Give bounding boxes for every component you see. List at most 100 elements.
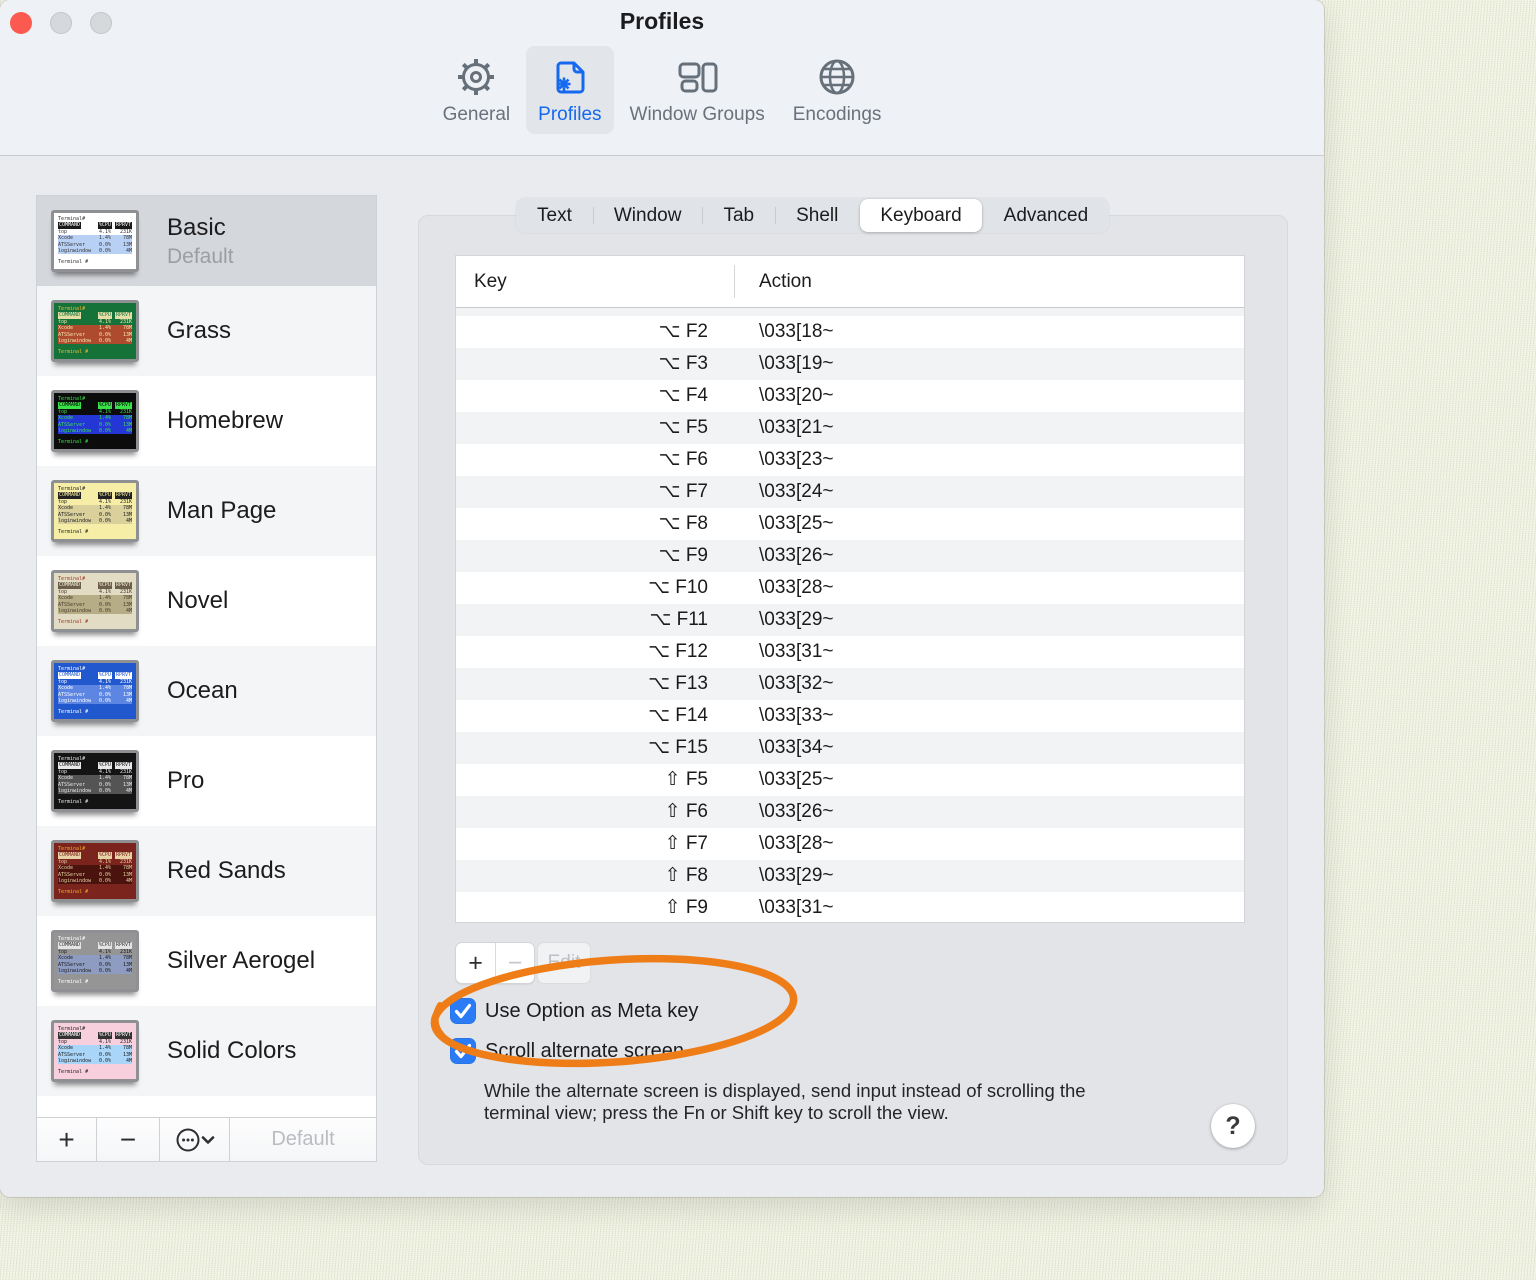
table-row[interactable]: ⇧ F9 \033[31~ — [456, 892, 1244, 924]
profile-item-ocean[interactable]: Terminal# COMMAND %CPU RPRVT top 4.1% 231K X… — [37, 646, 376, 736]
table-row[interactable]: ⌥ F4 \033[20~ — [456, 380, 1244, 412]
column-header-action[interactable]: Action — [759, 256, 812, 308]
binding-key: ⇧ F7 — [664, 833, 708, 854]
title-bar: Profiles General Profiles Window Groups … — [0, 0, 1324, 156]
tab-text[interactable]: Text — [516, 198, 593, 233]
binding-key: ⌥ F2 — [658, 321, 708, 342]
table-row[interactable]: ⌥ F15 \033[34~ — [456, 732, 1244, 764]
table-header: Key Action — [456, 256, 1244, 308]
binding-action: \033[31~ — [759, 897, 834, 918]
binding-action: \033[29~ — [759, 865, 834, 886]
binding-key: ⌥ F7 — [658, 481, 708, 502]
table-row[interactable]: ⌥ F8 \033[25~ — [456, 508, 1244, 540]
table-row[interactable]: ⌥ F10 \033[28~ — [456, 572, 1244, 604]
toolbar-label-encodings: Encodings — [792, 104, 882, 125]
option-scroll-alternate-screen[interactable]: Scroll alternate screen — [450, 1036, 698, 1066]
tab-shell[interactable]: Shell — [775, 198, 859, 233]
remove-binding-button[interactable]: − — [495, 943, 534, 983]
table-row[interactable]: ⌥ F12 \033[31~ — [456, 636, 1244, 668]
toolbar-item-profiles[interactable]: Profiles — [526, 46, 614, 134]
profile-item-homebrew[interactable]: Terminal# COMMAND %CPU RPRVT top 4.1% 231K X… — [37, 376, 376, 466]
profile-name: Silver Aerogel — [167, 947, 316, 974]
help-button[interactable]: ? — [1211, 1104, 1255, 1148]
binding-action: \033[26~ — [759, 801, 834, 822]
table-row[interactable]: ⌥ F11 \033[29~ — [456, 604, 1244, 636]
binding-key: ⇧ F6 — [664, 801, 708, 822]
key-bindings-table: Key Action ⌥ F2 \033[18~ ⌥ F3 \033[19~ ⌥… — [455, 255, 1245, 923]
table-row[interactable]: ⌥ F3 \033[19~ — [456, 348, 1244, 380]
table-row[interactable]: ⇧ F8 \033[29~ — [456, 860, 1244, 892]
binding-key: ⌥ F3 — [658, 353, 708, 374]
binding-action: \033[25~ — [759, 513, 834, 534]
table-row[interactable]: ⌥ F14 \033[33~ — [456, 700, 1244, 732]
binding-key: ⌥ F4 — [658, 385, 708, 406]
binding-key: ⌥ F14 — [648, 705, 708, 726]
table-row[interactable]: ⌥ F7 \033[24~ — [456, 476, 1244, 508]
table-row[interactable]: ⇧ F6 \033[26~ — [456, 796, 1244, 828]
binding-action: \033[31~ — [759, 641, 834, 662]
remove-profile-button[interactable]: − — [97, 1118, 160, 1161]
table-row[interactable]: ⌥ F9 \033[26~ — [456, 540, 1244, 572]
table-body: ⌥ F2 \033[18~ ⌥ F3 \033[19~ ⌥ F4 \033[20… — [456, 308, 1244, 924]
profile-name: Novel — [167, 587, 229, 614]
profile-thumbnail: Terminal# COMMAND %CPU RPRVT top 4.1% 231K X… — [51, 210, 139, 272]
partial-row — [456, 308, 1244, 316]
profile-name: Pro — [167, 767, 205, 794]
profile-name: Man Page — [167, 497, 277, 524]
profile-item-basic[interactable]: Terminal# COMMAND %CPU RPRVT top 4.1% 231K X… — [37, 196, 376, 286]
profile-item-red-sands[interactable]: Terminal# COMMAND %CPU RPRVT top 4.1% 231K X… — [37, 826, 376, 916]
profile-item-novel[interactable]: Terminal# COMMAND %CPU RPRVT top 4.1% 231K X… — [37, 556, 376, 646]
globe-icon — [813, 53, 861, 101]
binding-key: ⇧ F5 — [664, 769, 708, 790]
profile-actions-menu-button[interactable] — [160, 1118, 230, 1161]
binding-action: \033[19~ — [759, 353, 834, 374]
tab-keyboard[interactable]: Keyboard — [860, 199, 982, 232]
profile-item-grass[interactable]: Terminal# COMMAND %CPU RPRVT top 4.1% 231K X… — [37, 286, 376, 376]
keyboard-options: Use Option as Meta key Scroll alternate … — [450, 996, 698, 1076]
binding-key: ⌥ F11 — [649, 609, 708, 630]
binding-key: ⇧ F8 — [664, 865, 708, 886]
column-header-key[interactable]: Key — [474, 256, 507, 308]
toolbar-item-general[interactable]: General — [431, 46, 523, 134]
profile-name: Grass — [167, 317, 232, 344]
window-title: Profiles — [619, 8, 705, 34]
binding-key: ⌥ F15 — [648, 737, 708, 758]
profile-name: Solid Colors — [167, 1037, 297, 1064]
table-row[interactable]: ⌥ F5 \033[21~ — [456, 412, 1244, 444]
tab-advanced[interactable]: Advanced — [983, 198, 1110, 233]
table-row[interactable]: ⌥ F6 \033[23~ — [456, 444, 1244, 476]
profile-item-silver-aerogel[interactable]: Terminal# COMMAND %CPU RPRVT top 4.1% 231K X… — [37, 916, 376, 1006]
profile-item-pro[interactable]: Terminal# COMMAND %CPU RPRVT top 4.1% 231K X… — [37, 736, 376, 826]
profile-thumbnail: Terminal# COMMAND %CPU RPRVT top 4.1% 231K X… — [51, 660, 139, 722]
binding-action: \033[26~ — [759, 545, 834, 566]
option-label: Scroll alternate screen — [485, 1039, 684, 1062]
profile-item-man-page[interactable]: Terminal# COMMAND %CPU RPRVT top 4.1% 231K X… — [37, 466, 376, 556]
add-profile-button[interactable]: + — [37, 1118, 97, 1161]
profile-name: Red Sands — [167, 857, 286, 884]
tab-window[interactable]: Window — [592, 198, 703, 233]
checkbox-checked-icon[interactable] — [450, 998, 476, 1024]
edit-binding-button[interactable]: Edit — [537, 942, 591, 984]
binding-action: \033[25~ — [759, 769, 834, 790]
profile-thumbnail: Terminal# COMMAND %CPU RPRVT top 4.1% 231K X… — [51, 390, 139, 452]
table-row[interactable]: ⇧ F5 \033[25~ — [456, 764, 1244, 796]
tab-tab[interactable]: Tab — [702, 198, 775, 233]
add-binding-button[interactable]: + — [456, 943, 495, 983]
toolbar-item-window-groups[interactable]: Window Groups — [618, 46, 777, 134]
toolbar-item-encodings[interactable]: Encodings — [781, 46, 894, 134]
option-use-option-as-meta[interactable]: Use Option as Meta key — [450, 996, 698, 1026]
profile-list-footer: + − Default — [37, 1117, 376, 1161]
table-row[interactable]: ⌥ F2 \033[18~ — [456, 316, 1244, 348]
profile-item-solid-colors[interactable]: Terminal# COMMAND %CPU RPRVT top 4.1% 231K X… — [37, 1006, 376, 1096]
preferences-toolbar: General Profiles Window Groups Encodings — [0, 46, 1324, 134]
binding-action: \033[29~ — [759, 609, 834, 630]
set-default-button[interactable]: Default — [230, 1118, 376, 1161]
binding-action: \033[20~ — [759, 385, 834, 406]
table-row[interactable]: ⌥ F13 \033[32~ — [456, 668, 1244, 700]
binding-action: \033[32~ — [759, 673, 834, 694]
binding-key: ⌥ F12 — [648, 641, 708, 662]
checkbox-checked-icon[interactable] — [450, 1038, 476, 1064]
table-row[interactable]: ⇧ F7 \033[28~ — [456, 828, 1244, 860]
binding-key: ⌥ F5 — [658, 417, 708, 438]
binding-key: ⇧ F9 — [664, 897, 708, 918]
